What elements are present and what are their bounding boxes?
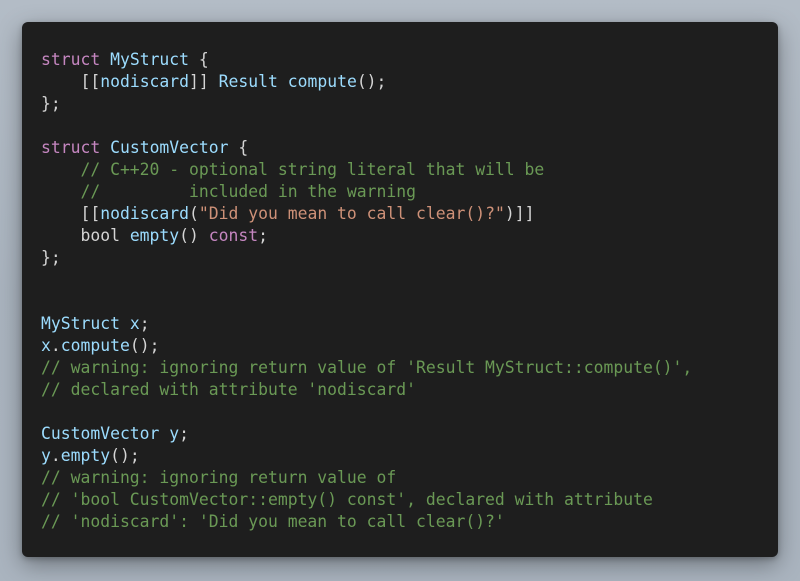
code-line: CustomVector y; — [41, 423, 692, 445]
code-line: y.empty(); — [41, 445, 692, 467]
code-line: MyStruct x; — [41, 313, 692, 335]
code-token: (); — [129, 336, 160, 355]
code-token: // warning: ignoring return value of 'Re… — [41, 358, 693, 377]
code-token: MyStruct — [110, 50, 190, 69]
code-line: // warning: ignoring return value of 'Re… — [41, 357, 692, 379]
code-block: struct MyStruct { [[nodiscard]] Result c… — [41, 49, 692, 533]
code-line: x.compute(); — [41, 335, 692, 357]
code-token: // included in the warning — [41, 182, 416, 201]
code-line: }; — [41, 93, 692, 115]
code-line: }; — [41, 247, 692, 269]
code-token: { — [228, 138, 249, 157]
code-token: x — [41, 336, 51, 355]
code-token: // C++20 - optional string literal that … — [41, 160, 545, 179]
code-token: (); — [110, 446, 140, 465]
code-token: MyStruct — [41, 314, 120, 333]
code-token: empty — [60, 446, 111, 465]
code-line: [[nodiscard("Did you mean to call clear(… — [41, 203, 692, 225]
code-token: y — [169, 424, 180, 443]
code-token: empty — [129, 226, 180, 245]
code-line: [[nodiscard]] Result compute(); — [41, 71, 692, 93]
code-token: // warning: ignoring return value of — [41, 468, 397, 487]
code-line: // C++20 - optional string literal that … — [41, 159, 692, 181]
code-line: // 'bool CustomVector::empty() const', d… — [41, 489, 692, 511]
code-token: { — [189, 50, 209, 69]
code-token: }; — [41, 94, 61, 113]
code-token: // 'nodiscard': 'Did you mean to call cl… — [41, 512, 505, 531]
code-token: compute — [287, 72, 357, 91]
code-token: [[ — [41, 72, 101, 91]
code-line: struct CustomVector { — [41, 137, 692, 159]
code-line: // declared with attribute 'nodiscard' — [41, 379, 692, 401]
code-token: bool — [41, 226, 130, 245]
code-line: // 'nodiscard': 'Did you mean to call cl… — [41, 511, 692, 533]
code-token: // declared with attribute 'nodiscard' — [41, 380, 416, 399]
code-token: "Did you mean to call clear()?" — [198, 204, 505, 223]
code-token: compute — [60, 336, 130, 355]
code-line: // included in the warning — [41, 181, 692, 203]
code-token: )]] — [504, 204, 535, 223]
code-token: ( — [189, 204, 199, 223]
code-window: struct MyStruct { [[nodiscard]] Result c… — [22, 22, 778, 557]
code-token: CustomVector — [110, 138, 229, 157]
code-line: struct MyStruct { — [41, 49, 692, 71]
code-token: ; — [179, 424, 190, 443]
code-token: . — [50, 446, 61, 465]
code-token: [[ — [41, 204, 101, 223]
code-token: nodiscard — [100, 204, 190, 223]
code-token: CustomVector — [41, 424, 160, 443]
code-token: struct — [41, 50, 101, 69]
code-token: // 'bool CustomVector::empty() const', d… — [41, 490, 653, 509]
code-line: // warning: ignoring return value of — [41, 467, 692, 489]
code-token: Result — [218, 72, 278, 91]
code-token: (); — [356, 72, 387, 91]
code-token: }; — [41, 248, 61, 267]
code-token: ; — [139, 314, 150, 333]
code-token: ; — [258, 226, 268, 245]
code-line: bool empty() const; — [41, 225, 692, 247]
code-token: const — [208, 226, 259, 245]
code-token: nodiscard — [100, 72, 190, 91]
code-token: ]] — [189, 72, 219, 91]
code-token: . — [50, 336, 61, 355]
code-token: () — [179, 226, 209, 245]
code-token: x — [129, 314, 140, 333]
code-token: struct — [41, 138, 101, 157]
code-token: y — [41, 446, 51, 465]
